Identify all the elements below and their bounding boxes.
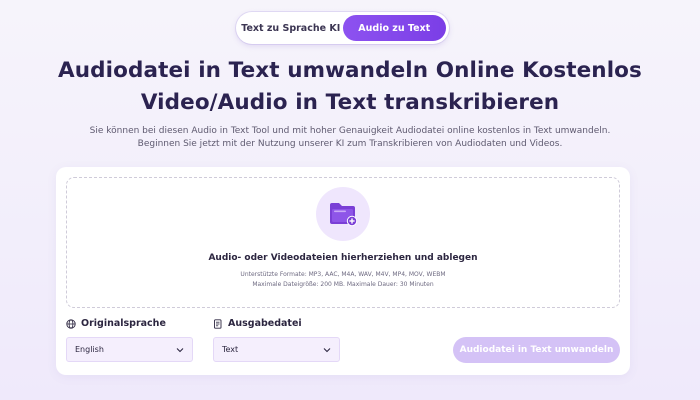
page-subtitle-line-2: Beginnen Sie jetzt mit der Nutzung unser… [137, 139, 563, 149]
convert-button[interactable]: Audiodatei in Text umwandeln [453, 337, 620, 363]
language-select[interactable]: English [66, 337, 193, 362]
output-file-label: Ausgabedatei [213, 318, 302, 329]
globe-icon [66, 318, 76, 329]
document-icon [214, 318, 222, 329]
mode-tab-switcher: Text zu Sprache KI Audio zu Text [236, 12, 449, 44]
output-format-select[interactable]: Text [213, 337, 340, 362]
file-limits: Maximale Dateigröße: 200 MB. Maximale Da… [252, 281, 434, 288]
output-format-select-value: Text [222, 345, 239, 354]
folder-plus-icon [316, 187, 370, 241]
language-select-value: English [75, 345, 104, 354]
supported-formats: Unterstützte Formate: MP3, AAC, M4A, WAV… [240, 271, 446, 278]
original-language-label-text: Originalsprache [81, 318, 166, 329]
page-subtitle-line-1: Sie können bei diesen Audio in Text Tool… [89, 126, 611, 136]
tab-text-to-speech[interactable]: Text zu Sprache KI [239, 15, 343, 41]
dropzone-instruction: Audio- oder Videodateien hierherziehen u… [208, 253, 478, 263]
file-dropzone[interactable]: Audio- oder Videodateien hierherziehen u… [66, 177, 620, 308]
page-title-line-2: Video/Audio in Text transkribieren [140, 90, 560, 115]
page-title-line-1: Audiodatei in Text umwandeln Online Kost… [58, 58, 642, 83]
output-file-label-text: Ausgabedatei [228, 318, 302, 329]
converter-card: Audio- oder Videodateien hierherziehen u… [56, 167, 630, 375]
tab-audio-to-text[interactable]: Audio zu Text [342, 15, 446, 41]
chevron-down-icon [176, 347, 184, 352]
original-language-label: Originalsprache [66, 318, 166, 329]
chevron-down-icon [323, 347, 331, 352]
